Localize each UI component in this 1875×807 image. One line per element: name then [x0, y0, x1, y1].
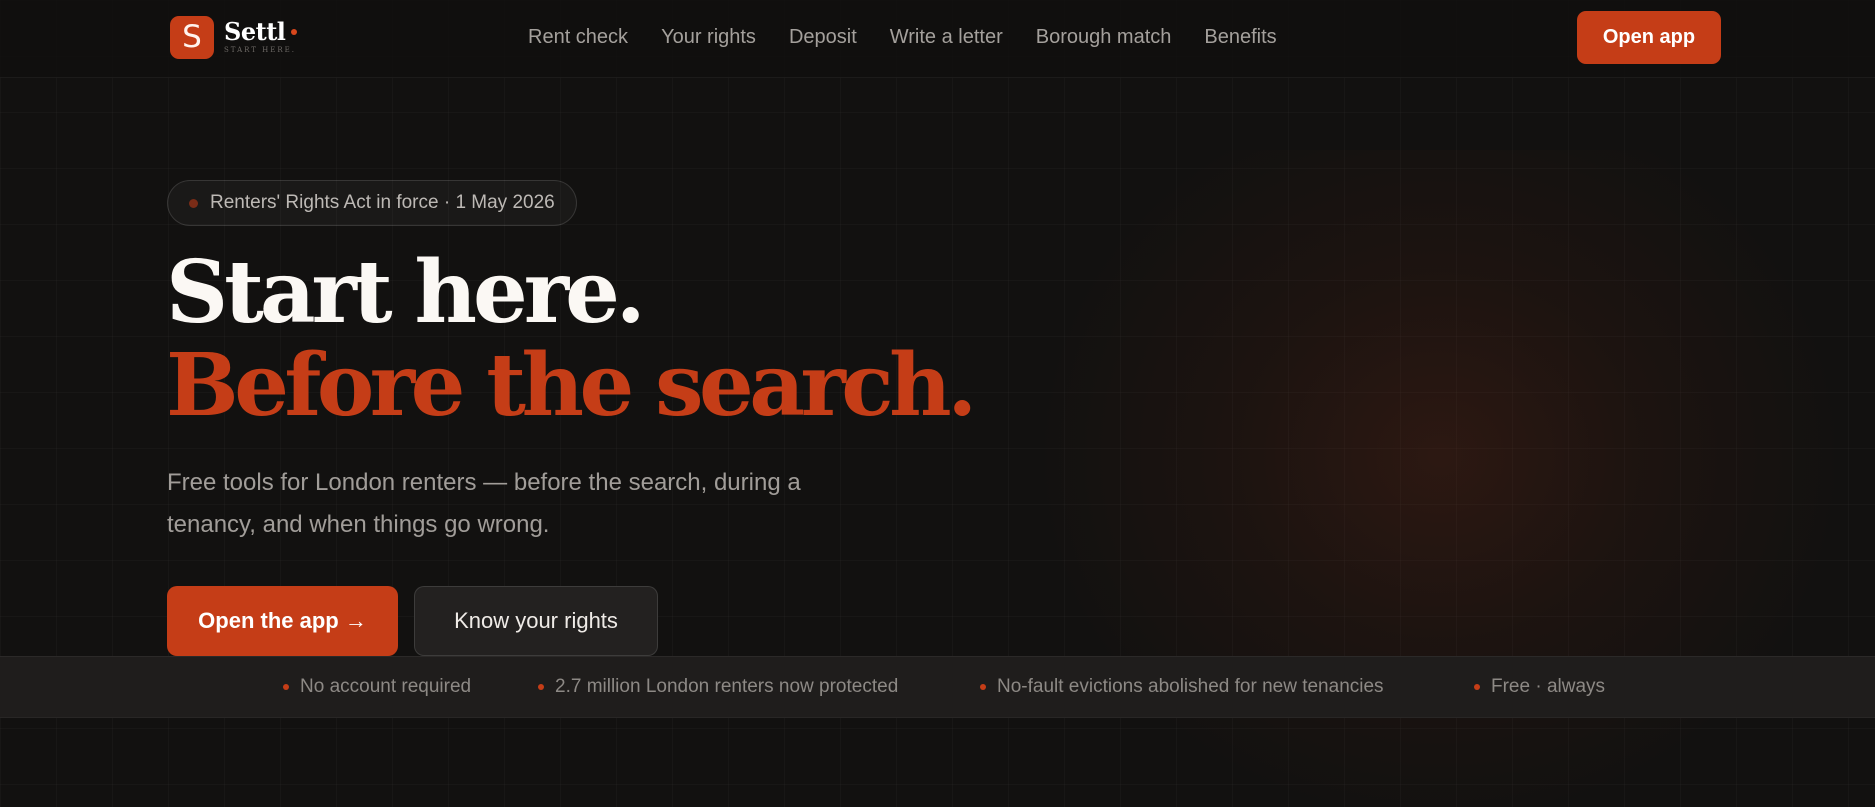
hero-subtitle-line1: Free tools for London renters — before t… — [167, 469, 801, 496]
know-your-rights-button[interactable]: Know your rights — [414, 586, 658, 656]
nav-link-your-rights[interactable]: Your rights — [661, 24, 756, 50]
nav-link-borough-match[interactable]: Borough match — [1036, 24, 1172, 50]
feature-strip: No account required 2.7 million London r… — [0, 656, 1875, 718]
strip-item: No-fault evictions abolished for new ten… — [980, 676, 1384, 698]
badge-dot-icon — [189, 198, 198, 208]
hero-title-line1: Start here. — [166, 242, 646, 343]
strip-item-text: 2.7 million London renters now protected — [555, 676, 899, 697]
nav-link-rent-check[interactable]: Rent check — [528, 24, 628, 50]
open-app-button[interactable]: Open app — [1577, 11, 1721, 64]
logo-name-row: Settl — [224, 17, 298, 46]
bullet-dot-icon — [980, 684, 986, 690]
bullet-dot-icon — [1474, 684, 1480, 690]
strip-item: 2.7 million London renters now protected — [538, 676, 898, 698]
strip-item-text: Free · always — [1491, 676, 1606, 697]
logo-dot-icon — [291, 29, 298, 35]
strip-item-text: No-fault evictions abolished for new ten… — [997, 676, 1384, 697]
logo-link[interactable]: S Settl START HERE. — [170, 16, 298, 59]
nav-link-benefits[interactable]: Benefits — [1204, 24, 1276, 50]
strip-item: No account required — [283, 676, 471, 698]
logo-text: Settl START HERE. — [224, 16, 298, 55]
bullet-dot-icon — [538, 684, 544, 690]
bullet-dot-icon — [283, 684, 289, 690]
announcement-badge: Renters' Rights Act in force · 1 May 202… — [167, 180, 577, 226]
hero-subtitle-line2: tenancy, and when things go wrong. — [167, 511, 550, 538]
site-header: S Settl START HERE. Rent check Your righ… — [0, 0, 1875, 78]
nav-link-write-a-letter[interactable]: Write a letter — [890, 24, 1003, 50]
hero-title-line2: Before the search. — [166, 335, 977, 436]
strip-item-text: No account required — [300, 676, 472, 697]
open-the-app-button[interactable]: Open the app → — [167, 586, 398, 656]
brand-tagline: START HERE. — [224, 46, 296, 55]
nav-link-deposit[interactable]: Deposit — [789, 24, 857, 50]
hero-subtitle: Free tools for London renters — before t… — [167, 462, 947, 546]
strip-item: Free · always — [1474, 676, 1605, 698]
brand-name: Settl — [224, 17, 286, 46]
badge-text: Renters' Rights Act in force · 1 May 202… — [210, 192, 555, 213]
logo-mark: S — [170, 16, 214, 59]
main-nav: Rent check Your rights Deposit Write a l… — [528, 24, 1277, 50]
